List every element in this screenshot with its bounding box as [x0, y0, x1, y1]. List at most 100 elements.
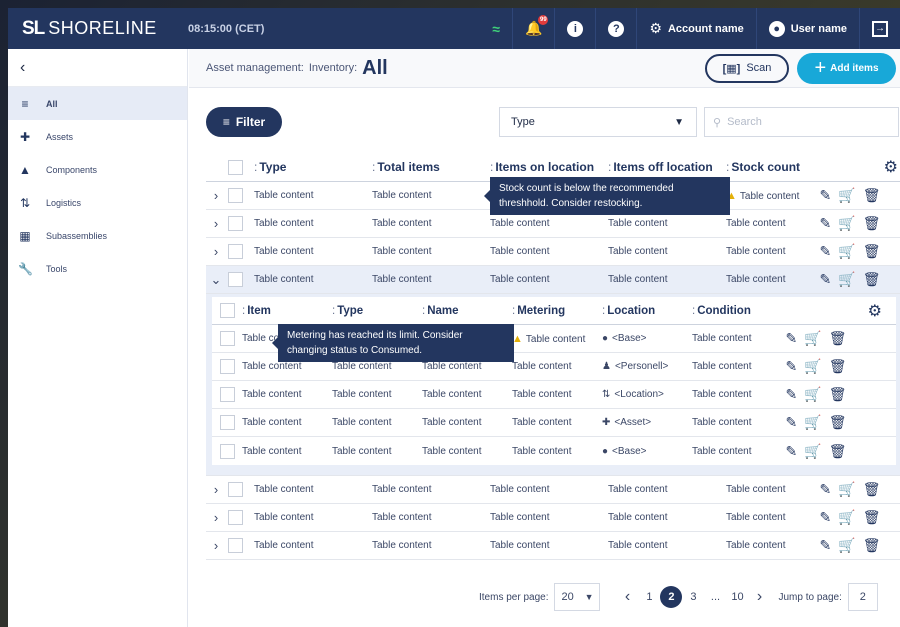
cart-icon[interactable]: 🛒 [838, 243, 855, 260]
row-checkbox[interactable] [219, 387, 235, 402]
row-checkbox[interactable] [227, 216, 243, 231]
sidebar-item-all[interactable]: ≡ All [8, 87, 187, 120]
trash-icon[interactable]: 🗑 [863, 243, 881, 260]
subtable-row[interactable]: Table content Table content Table conten… [212, 437, 896, 465]
select-all-checkbox[interactable] [219, 303, 235, 318]
edit-icon[interactable]: ✎ [786, 386, 798, 403]
trash-icon[interactable]: 🗑 [829, 358, 847, 375]
select-all-checkbox[interactable] [227, 159, 243, 175]
logout-button[interactable]: → [859, 8, 900, 49]
trash-icon[interactable]: 🗑 [829, 443, 847, 460]
cart-icon[interactable]: 🛒 [838, 187, 855, 204]
row-checkbox[interactable] [227, 244, 243, 259]
sidebar-item-logistics[interactable]: ⇅ Logistics [8, 186, 187, 219]
trash-icon[interactable]: 🗑 [829, 386, 847, 403]
trash-icon[interactable]: 🗑 [829, 330, 847, 347]
cart-icon[interactable]: 🛒 [838, 271, 855, 288]
wifi-button[interactable]: ≈ [480, 8, 512, 49]
table-row[interactable]: › Table content Table content Table cont… [206, 504, 900, 532]
sidebar-item-components[interactable]: ▲ Components [8, 153, 187, 186]
row-checkbox[interactable] [227, 538, 243, 553]
edit-icon[interactable]: ✎ [820, 509, 832, 526]
page-link[interactable]: 10 [726, 591, 748, 603]
edit-icon[interactable]: ✎ [820, 243, 832, 260]
edit-icon[interactable]: ✎ [786, 414, 798, 431]
table-row[interactable]: › Table content Table content Table cont… [206, 532, 900, 560]
column-header[interactable]: Metering [512, 305, 602, 317]
cart-icon[interactable]: 🛒 [804, 414, 821, 431]
gear-icon[interactable]: ⚙ [868, 301, 882, 321]
notifications-button[interactable]: 🔔 99 [511, 8, 554, 49]
row-checkbox[interactable] [219, 443, 235, 459]
gear-icon[interactable]: ⚙ [884, 157, 898, 177]
cart-icon[interactable]: 🛒 [838, 481, 855, 498]
edit-icon[interactable]: ✎ [820, 215, 832, 232]
edit-icon[interactable]: ✎ [786, 443, 798, 460]
search-input[interactable]: ⚲ Search [704, 107, 899, 137]
trash-icon[interactable]: 🗑 [863, 537, 881, 554]
cart-icon[interactable]: 🛒 [838, 509, 855, 526]
chevron-right-icon[interactable]: › [206, 482, 226, 497]
sidebar-collapse-button[interactable]: ‹ [8, 49, 187, 87]
subtable-row[interactable]: Table content Table content Table conten… [212, 409, 896, 437]
row-checkbox[interactable] [227, 188, 243, 203]
cart-icon[interactable]: 🛒 [804, 358, 821, 375]
scan-button[interactable]: [▦] Scan [705, 53, 789, 83]
account-button[interactable]: ⚙ Account name [636, 8, 755, 49]
help-button[interactable]: ? [595, 8, 636, 49]
breadcrumb-asset-management[interactable]: Asset management: [206, 62, 304, 74]
row-checkbox[interactable] [227, 272, 243, 287]
edit-icon[interactable]: ✎ [820, 537, 832, 554]
trash-icon[interactable]: 🗑 [863, 215, 881, 232]
column-header[interactable]: Stock count [726, 160, 816, 174]
chevron-right-icon[interactable]: › [206, 188, 226, 203]
trash-icon[interactable]: 🗑 [863, 271, 881, 288]
table-row-expanded[interactable]: ⌄ Table content Table content Table cont… [206, 266, 900, 294]
trash-icon[interactable]: 🗑 [863, 481, 881, 498]
page-link-current[interactable]: 2 [660, 586, 683, 608]
trash-icon[interactable]: 🗑 [863, 187, 881, 204]
sidebar-item-assets[interactable]: ✚ Assets [8, 120, 187, 153]
jump-to-page-input[interactable]: 2 [847, 583, 878, 611]
edit-icon[interactable]: ✎ [820, 271, 832, 288]
column-header[interactable]: Items off location [608, 160, 726, 174]
info-button[interactable]: i [554, 8, 595, 49]
filter-button[interactable]: ≡ Filter [206, 107, 282, 137]
column-header[interactable]: Condition [692, 305, 782, 317]
subtable-row[interactable]: Table content Table content Table conten… [212, 381, 896, 409]
row-checkbox[interactable] [219, 331, 235, 346]
type-select[interactable]: Type ▼ [499, 107, 697, 137]
breadcrumb-inventory[interactable]: Inventory: [309, 62, 357, 74]
sidebar-item-subassemblies[interactable]: ▦ Subassemblies [8, 219, 187, 252]
prev-page-icon[interactable]: ‹ [616, 588, 638, 606]
column-header[interactable]: Type [332, 305, 422, 317]
brand-logo[interactable]: SL SHORELINE [8, 18, 178, 40]
column-header[interactable]: Items on location [490, 160, 608, 174]
chevron-down-icon[interactable]: ⌄ [206, 272, 226, 288]
edit-icon[interactable]: ✎ [786, 330, 798, 347]
cart-icon[interactable]: 🛒 [804, 443, 821, 460]
cart-icon[interactable]: 🛒 [804, 330, 821, 347]
cart-icon[interactable]: 🛒 [804, 386, 821, 403]
cart-icon[interactable]: 🛒 [838, 215, 855, 232]
chevron-right-icon[interactable]: › [206, 244, 226, 259]
sidebar-item-tools[interactable]: 🔧 Tools [8, 252, 187, 285]
row-checkbox[interactable] [219, 359, 235, 374]
trash-icon[interactable]: 🗑 [863, 509, 881, 526]
items-per-page-select[interactable]: 20 ▼ [554, 583, 601, 611]
next-page-icon[interactable]: › [748, 588, 770, 606]
edit-icon[interactable]: ✎ [820, 187, 832, 204]
chevron-right-icon[interactable]: › [206, 510, 226, 525]
trash-icon[interactable]: 🗑 [829, 414, 847, 431]
row-checkbox[interactable] [219, 415, 235, 430]
chevron-right-icon[interactable]: › [206, 216, 226, 231]
column-header[interactable]: Total items [372, 160, 490, 174]
chevron-right-icon[interactable]: › [206, 538, 226, 553]
column-header[interactable]: Item [242, 305, 332, 317]
edit-icon[interactable]: ✎ [786, 358, 798, 375]
column-header[interactable]: Location [602, 305, 692, 317]
column-header[interactable]: Type [254, 160, 372, 174]
user-button[interactable]: ● User name [755, 8, 859, 49]
edit-icon[interactable]: ✎ [820, 481, 832, 498]
column-header[interactable]: Name [422, 305, 512, 317]
